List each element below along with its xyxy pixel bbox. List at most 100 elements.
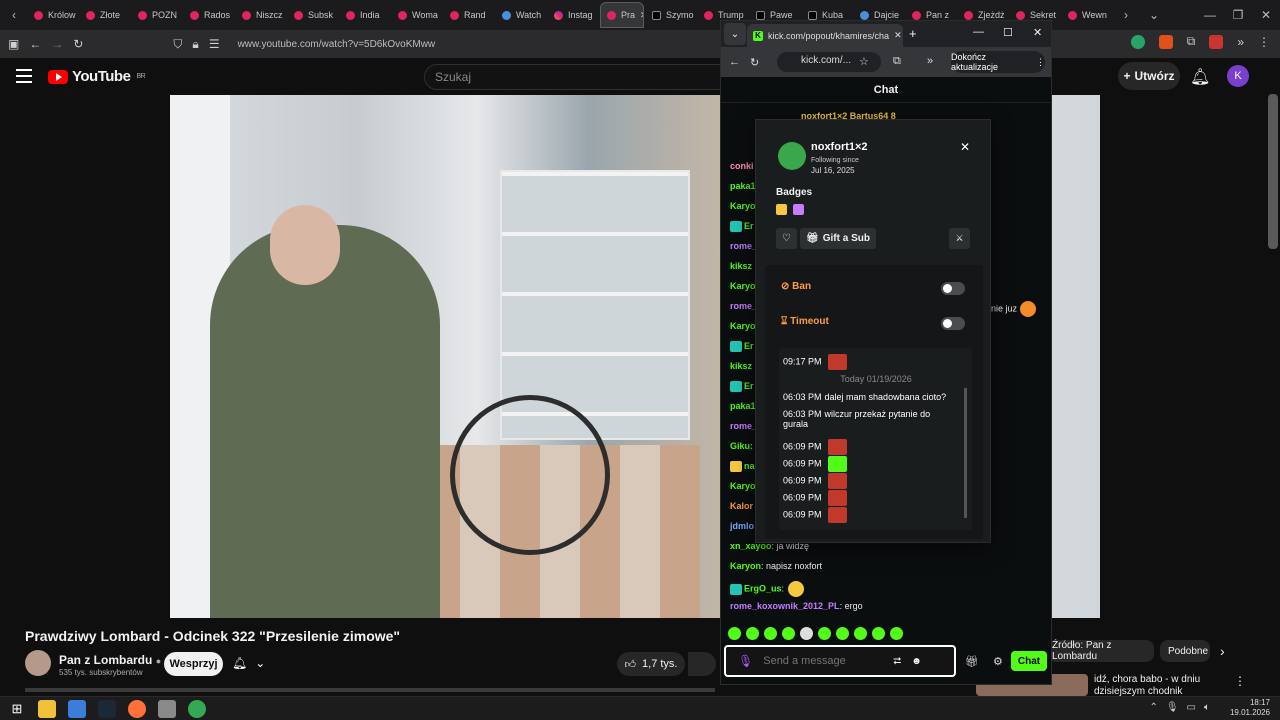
bookmark-star-icon[interactable]: ☆ <box>859 55 869 68</box>
chip-next-icon[interactable]: › <box>1220 643 1225 659</box>
chat-username[interactable]: kiksz <box>730 261 752 271</box>
browser-tab[interactable]: Szymo <box>646 2 696 28</box>
extension-badge-icon[interactable] <box>1209 34 1224 49</box>
network-icon[interactable]: ▭ <box>1187 702 1196 713</box>
browser-tab[interactable]: Wewn <box>1062 2 1112 28</box>
windows-start-icon[interactable]: ⊞ <box>8 700 26 718</box>
chat-username[interactable]: paka1 <box>730 401 756 411</box>
dislike-button[interactable] <box>688 652 716 676</box>
microphone-icon[interactable]: 🎙︎ <box>738 654 753 668</box>
browser-tab[interactable]: Złote <box>80 2 130 28</box>
sidebar-toggle-icon[interactable]: ▣ <box>8 37 19 51</box>
close-tab-icon[interactable]: ✕ <box>894 30 902 41</box>
restore-icon[interactable]: ❐ <box>1224 8 1252 22</box>
extension-icon[interactable] <box>1130 34 1145 49</box>
new-tab-icon[interactable]: + <box>909 26 917 41</box>
emote-icon[interactable] <box>764 627 777 640</box>
emote-icon[interactable] <box>818 627 831 640</box>
overflow-chevron-icon[interactable]: » <box>1237 35 1244 49</box>
browser-tab[interactable]: Woma <box>392 2 442 28</box>
app-icon[interactable] <box>68 699 86 718</box>
chat-username[interactable]: rome_ <box>730 241 757 251</box>
close-tab-icon[interactable]: ✕ <box>640 10 643 21</box>
close-window-icon[interactable]: ✕ <box>1252 8 1280 22</box>
recommended-title[interactable]: idź, chora babo - w dniu dzisiejszym cho… <box>1094 674 1224 696</box>
browser-tab[interactable]: Niszcz <box>236 2 286 28</box>
chat-username[interactable]: Giku: <box>730 441 753 451</box>
url-field[interactable]: www.youtube.com/watch?v=5D6kOvoKMww <box>238 39 436 50</box>
ban-toggle[interactable] <box>941 282 965 295</box>
browser-tab[interactable]: Watch <box>496 2 546 28</box>
mod-action-button[interactable]: ⚔ <box>949 228 970 249</box>
chat-username[interactable]: rome_ <box>730 301 757 311</box>
back-icon[interactable]: ← <box>29 37 41 51</box>
menu-dots-icon[interactable]: ⋮ <box>1258 35 1270 49</box>
browser-tab[interactable]: India <box>340 2 390 28</box>
chat-username[interactable]: Karyo <box>730 281 756 291</box>
chat-username[interactable]: Kalor <box>730 501 753 511</box>
chat-username[interactable]: rome_ <box>730 421 757 431</box>
gift-sub-button[interactable]: 🎁︎ Gift a Sub <box>800 228 876 249</box>
minimize-icon[interactable]: — <box>973 26 984 38</box>
tray-chevron-icon[interactable]: ⌃ <box>1149 702 1157 713</box>
notifications-bell-icon[interactable]: 🔔︎ <box>1190 67 1210 87</box>
search-input[interactable]: Szukaj <box>424 64 724 90</box>
app-icon[interactable] <box>158 699 176 718</box>
chat-username[interactable]: kiksz <box>730 361 752 371</box>
browser-tab[interactable]: Królow <box>28 2 78 28</box>
chat-username[interactable]: Karyo <box>730 321 756 331</box>
emoji-picker-icon[interactable]: ☻ <box>911 656 922 667</box>
volume-icon[interactable]: 🔈︎ <box>1204 702 1210 713</box>
update-button[interactable]: Dokończ aktualizacje ⋮ <box>951 51 1045 73</box>
tab-scroll-right-icon[interactable]: › <box>1112 8 1140 22</box>
shield-icon[interactable]: ⛉ <box>173 37 182 52</box>
emote-icon[interactable] <box>782 627 795 640</box>
chat-username[interactable]: paka1 <box>730 181 756 191</box>
close-card-icon[interactable]: ✕ <box>960 140 970 154</box>
maximize-icon[interactable]: ☐ <box>1003 26 1013 39</box>
system-clock[interactable]: 18:17 19.01.2026 <box>1230 698 1270 718</box>
chat-username[interactable]: jdmlo <box>730 521 754 531</box>
popup-tab[interactable]: K kick.com/popout/khamires/cha ✕ <box>747 24 903 47</box>
emote-icon[interactable] <box>746 627 759 640</box>
emote-icon[interactable] <box>800 627 813 640</box>
create-button[interactable]: + Utwórz <box>1118 62 1180 90</box>
tab-scroll-left-icon[interactable]: ‹ <box>0 8 28 22</box>
browser-tab[interactable]: POZN <box>132 2 182 28</box>
chat-input-box[interactable]: 🎙︎ ⮂ ☻ <box>724 645 956 677</box>
chip-similar[interactable]: Podobne <box>1160 640 1210 662</box>
extension-icon[interactable] <box>1158 34 1173 49</box>
chat-username[interactable]: conki <box>730 161 754 171</box>
emote-icon[interactable] <box>854 627 867 640</box>
minimize-icon[interactable]: — <box>1196 8 1224 22</box>
chat-send-button[interactable]: Chat <box>1011 651 1047 671</box>
chat-username[interactable]: Karyon <box>730 561 761 571</box>
hamburger-menu-icon[interactable] <box>16 69 32 83</box>
youtube-logo[interactable]: YouTube BR <box>48 68 146 85</box>
tab-search-icon[interactable]: ⌄ <box>1140 8 1168 22</box>
tab-dropdown-icon[interactable]: ⌄ <box>724 23 746 45</box>
chat-username[interactable]: Er <box>744 221 754 231</box>
extensions-icon[interactable]: ⧉ <box>893 55 901 68</box>
follow-heart-button[interactable]: ♡ <box>776 228 797 249</box>
chat-username[interactable]: Er <box>744 381 754 391</box>
browser-tab[interactable]: Rand <box>444 2 494 28</box>
more-options-icon[interactable]: ⋮ <box>1234 674 1246 688</box>
extensions-puzzle-icon[interactable]: ⧉ <box>1187 34 1196 49</box>
site-settings-icon[interactable]: ☰ <box>209 37 220 51</box>
chat-input[interactable] <box>763 655 884 667</box>
chat-username[interactable]: Er <box>744 341 754 351</box>
chip-source[interactable]: Źródło: Pan z Lombardu <box>1048 640 1154 662</box>
support-button[interactable]: Wesprzyj <box>164 652 223 676</box>
chat-username[interactable]: na <box>744 461 755 471</box>
file-explorer-icon[interactable] <box>38 699 56 718</box>
back-icon[interactable]: ← <box>729 56 740 68</box>
browser-tab[interactable]: Rados <box>184 2 234 28</box>
steam-icon[interactable] <box>98 699 116 718</box>
channel-avatar[interactable] <box>25 650 51 676</box>
chat-username[interactable]: Karyo <box>730 201 756 211</box>
emote-icon[interactable] <box>836 627 849 640</box>
forward-icon[interactable]: → <box>51 37 63 51</box>
chat-username[interactable]: rome_koxownik_2012_PL <box>730 601 840 611</box>
browser-tab[interactable]: Subsk <box>288 2 338 28</box>
